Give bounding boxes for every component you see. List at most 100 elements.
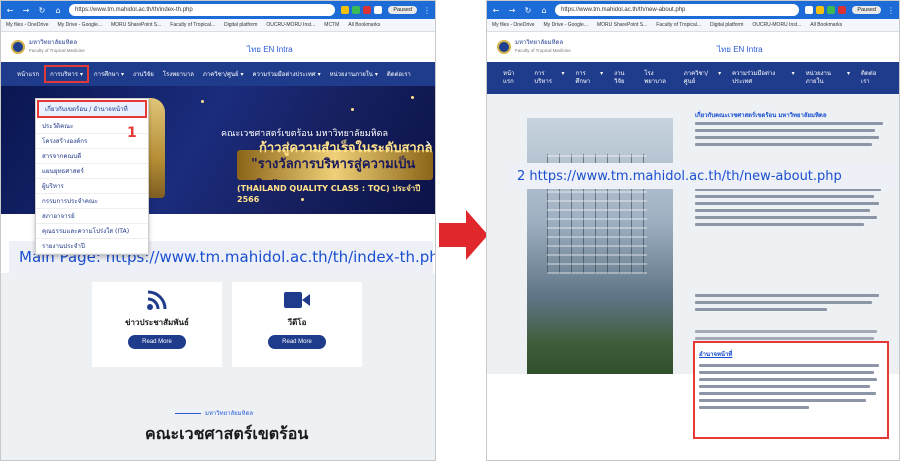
profile-button[interactable]: Paused xyxy=(852,6,881,14)
back-icon[interactable]: ← xyxy=(5,6,15,15)
extension-icon[interactable] xyxy=(838,6,847,14)
extension-icon[interactable] xyxy=(827,6,836,14)
kebab-menu-icon[interactable]: ⋮ xyxy=(887,6,895,15)
nav-hospital[interactable]: โรงพยาบาล xyxy=(163,69,194,79)
university-seal-icon[interactable] xyxy=(11,40,25,54)
nav-hospital[interactable]: โรงพยาบาล xyxy=(644,70,673,86)
address-bar[interactable]: https://www.tm.mahidol.ac.th/th/new-abou… xyxy=(555,4,800,16)
bookmark-item[interactable]: Digital platform xyxy=(710,22,743,28)
about-page-caption: 2 https://www.tm.mahidol.ac.th/th/new-ab… xyxy=(507,163,897,189)
bookmark-item[interactable]: OUCRU-MORU Inst... xyxy=(752,22,801,28)
divider-line xyxy=(175,413,201,414)
bookmark-item[interactable]: MORU SharePoint S... xyxy=(597,22,647,28)
read-more-button[interactable]: Read More xyxy=(268,335,326,349)
reload-icon[interactable]: ↻ xyxy=(523,6,533,15)
kebab-menu-icon[interactable]: ⋮ xyxy=(423,6,431,15)
bookmarks-bar: My files - OneDrive My Drive - Google...… xyxy=(487,19,899,32)
extension-icon[interactable] xyxy=(352,6,361,14)
nav-international[interactable]: ความร่วมมือต่างประเทศ ▾ xyxy=(253,69,321,79)
video-camera-icon xyxy=(281,288,313,312)
language-switcher[interactable]: ไทย EN Intra xyxy=(247,43,293,56)
sparkle-decoration xyxy=(201,100,204,103)
home-icon[interactable]: ⌂ xyxy=(53,6,63,15)
nav-research[interactable]: งานวิจัย xyxy=(614,70,633,86)
bookmark-item[interactable]: Faculty of Tropical... xyxy=(656,22,701,28)
carousel-next-icon[interactable]: › xyxy=(425,136,431,152)
read-more-button[interactable]: Read More xyxy=(128,335,186,349)
nav-administration[interactable]: การบริหาร ▾ xyxy=(44,65,89,83)
banner-line-4: (THAILAND QUALITY CLASS : TQC) ประจำปี 2… xyxy=(237,184,421,204)
bookmark-item[interactable]: My Drive - Google... xyxy=(544,22,588,28)
dropdown-item-about[interactable]: เกี่ยวกับเขตร้อน / อำนาจหน้าที่ xyxy=(37,100,147,118)
section-title: คณะเวชศาสตร์เขตร้อน xyxy=(145,424,309,443)
university-seal-icon[interactable] xyxy=(497,40,511,54)
nav-departments[interactable]: ภาควิชา/ศูนย์ ▾ xyxy=(684,70,721,86)
forward-icon[interactable]: → xyxy=(21,6,31,15)
dropdown-item[interactable]: กรรมการประจำคณะ xyxy=(36,194,148,209)
extension-icon[interactable] xyxy=(363,6,372,14)
transition-arrow-icon xyxy=(466,210,488,260)
site-header: มหาวิทยาลัยมหิดล Faculty of Tropical Med… xyxy=(1,32,435,62)
home-icon[interactable]: ⌂ xyxy=(539,6,549,15)
language-switcher[interactable]: ไทย EN Intra xyxy=(717,43,763,56)
bookmark-item[interactable]: All Bookmarks xyxy=(348,22,380,28)
right-browser-window: ← → ↻ ⌂ https://www.tm.mahidol.ac.th/th/… xyxy=(486,0,900,461)
nav-home[interactable]: หน้าแรก xyxy=(17,69,39,79)
bookmark-item[interactable]: My files - OneDrive xyxy=(492,22,535,28)
dropdown-item[interactable]: แผนยุทธศาสตร์ xyxy=(36,164,148,179)
sparkle-decoration xyxy=(411,96,414,99)
nav-administration[interactable]: การบริหาร ▾ xyxy=(534,70,564,86)
profile-button[interactable]: Paused xyxy=(388,6,417,14)
extension-icon[interactable] xyxy=(816,6,825,14)
transition-arrow-shaft xyxy=(439,223,467,247)
section-kicker: มหาวิทยาลัยมหิดล xyxy=(171,408,253,418)
nav-departments[interactable]: ภาควิชา/ศูนย์ ▾ xyxy=(203,69,244,79)
authority-section: อำนาจหน้าที่ xyxy=(693,341,889,439)
dropdown-item[interactable]: ผู้บริหาร xyxy=(36,179,148,194)
dropdown-item[interactable]: สารจากคณบดี xyxy=(36,149,148,164)
back-icon[interactable]: ← xyxy=(491,6,501,15)
rss-icon xyxy=(141,288,173,312)
bookmark-item[interactable]: All Bookmarks xyxy=(810,22,842,28)
dropdown-item[interactable]: สภาอาจารย์ xyxy=(36,209,148,224)
nav-units[interactable]: หน่วยงานภายใน ▾ xyxy=(330,69,378,79)
site-logo[interactable]: มหาวิทยาลัยมหิดล Faculty of Tropical Med… xyxy=(515,40,571,54)
chevron-down-icon: ▾ xyxy=(847,70,851,77)
chevron-down-icon: ▾ xyxy=(791,70,795,77)
reload-icon[interactable]: ↻ xyxy=(37,6,47,15)
extension-icon[interactable] xyxy=(341,6,350,14)
card-title: วีดีโอ xyxy=(287,318,307,327)
forward-icon[interactable]: → xyxy=(507,6,517,15)
bookmark-item[interactable]: Faculty of Tropical... xyxy=(170,22,215,28)
nav-education[interactable]: การศึกษา ▾ xyxy=(94,69,124,79)
nav-international[interactable]: ความร่วมมือต่างประเทศ ▾ xyxy=(732,70,795,86)
dropdown-item[interactable]: คุณธรรมและความโปร่งใส (ITA) xyxy=(36,224,148,239)
star-icon[interactable] xyxy=(805,6,814,14)
chevron-down-icon: ▾ xyxy=(240,70,244,78)
bookmark-item[interactable]: MCTM xyxy=(324,22,339,28)
nav-contact[interactable]: ติดต่อเรา xyxy=(387,69,411,79)
chevron-down-icon: ▾ xyxy=(374,70,378,78)
chevron-down-icon: ▾ xyxy=(561,70,565,77)
chevron-down-icon: ▾ xyxy=(600,70,604,77)
bookmark-item[interactable]: MORU SharePoint S... xyxy=(111,22,161,28)
card-title: ข่าวประชาสัมพันธ์ xyxy=(125,318,189,327)
bookmark-item[interactable]: OUCRU-MORU Inst... xyxy=(266,22,315,28)
address-bar[interactable]: https://www.tm.mahidol.ac.th/th/index-th… xyxy=(69,4,336,16)
main-navigation: หน้าแรก การบริหาร ▾ การศึกษา ▾ งานวิจัย โร… xyxy=(1,62,435,86)
nav-units[interactable]: หน่วยงานภายใน ▾ xyxy=(806,70,850,86)
nav-education[interactable]: การศึกษา ▾ xyxy=(576,70,604,86)
nav-contact[interactable]: ติดต่อเรา xyxy=(861,70,883,86)
chevron-down-icon: ▾ xyxy=(317,70,321,78)
nav-research[interactable]: งานวิจัย xyxy=(133,69,154,79)
authority-heading[interactable]: อำนาจหน้าที่ xyxy=(699,349,883,359)
bookmark-item[interactable]: My Drive - Google... xyxy=(58,22,102,28)
bookmark-item[interactable]: My files - OneDrive xyxy=(6,22,49,28)
site-logo[interactable]: มหาวิทยาลัยมหิดล Faculty of Tropical Med… xyxy=(29,40,85,54)
nav-home[interactable]: หน้าแรก xyxy=(503,70,523,86)
bookmarks-bar: My files - OneDrive My Drive - Google...… xyxy=(1,19,435,32)
puzzle-icon[interactable] xyxy=(374,6,383,14)
bookmark-item[interactable]: Digital platform xyxy=(224,22,257,28)
dropdown-item[interactable]: รายงานประจำปี xyxy=(36,239,148,254)
chevron-down-icon: ▾ xyxy=(79,70,83,78)
